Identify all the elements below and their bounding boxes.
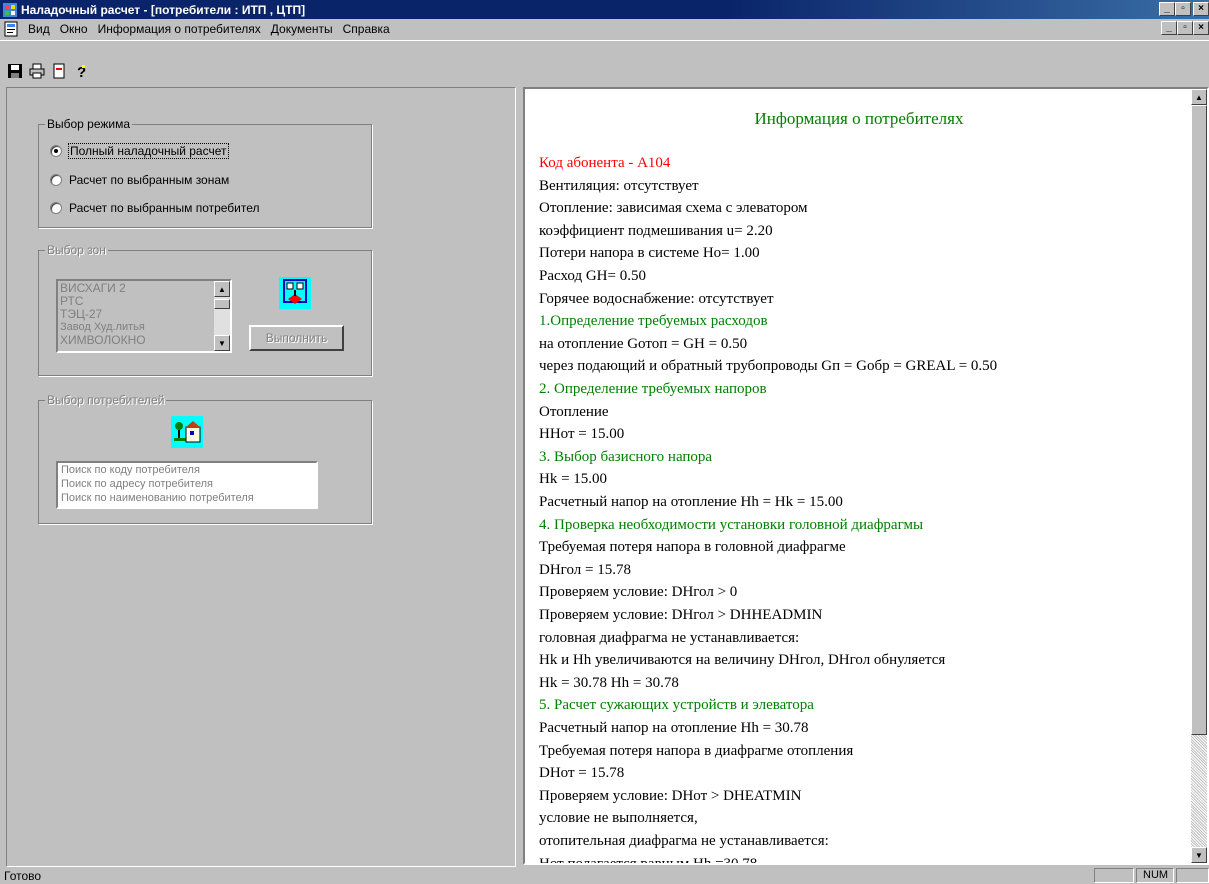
report-line: Hk = 15.00 xyxy=(539,471,608,488)
report-line: Требуемая потеря напора в диафрагме отоп… xyxy=(539,742,854,759)
left-control-panel: Выбор режима Полный наладочный расчет Ра… xyxy=(6,87,516,867)
zones-listbox[interactable]: ВИСХАГИ 2 РТС ТЭЦ-27 Завод Худ.литья ХИМ… xyxy=(56,279,232,353)
report-line: Требуемая потеря напора в головной диафр… xyxy=(539,539,846,556)
save-icon[interactable] xyxy=(6,62,24,80)
report-line: через подающий и обратный трубопроводы G… xyxy=(539,358,998,375)
report-line: 1.Определение требуемых расходов xyxy=(539,313,768,330)
zones-group: Выбор зон ВИСХАГИ 2 РТС ТЭЦ-27 Завод Худ… xyxy=(38,243,372,376)
radio-button[interactable] xyxy=(50,174,62,186)
report-line: Горячее водоснабжение: отсутствует xyxy=(539,290,774,307)
mode-group: Выбор режима Полный наладочный расчет Ра… xyxy=(38,117,372,228)
mode-group-legend: Выбор режима xyxy=(45,117,133,131)
zones-group-legend: Выбор зон xyxy=(45,243,108,257)
title-bar[interactable]: Наладочный расчет - [потребители : ИТП ,… xyxy=(0,0,1209,19)
report-line: 5. Расчет сужающих устройств и элеватора xyxy=(539,697,814,714)
report-line: Расчетный напор на отопление Hh = Hk = 1… xyxy=(539,494,843,510)
toolbar: ? xyxy=(0,40,1209,84)
report-line: Отопление: зависимая схема с элеватором xyxy=(539,200,808,217)
zones-scrollbar[interactable]: ▲ ▼ xyxy=(214,281,230,351)
report-line: условие не выполняется, xyxy=(539,810,698,827)
scroll-up-icon[interactable]: ▲ xyxy=(1191,89,1207,105)
report-line: 4. Проверка необходимости установки голо… xyxy=(539,516,924,533)
menu-consumer-info[interactable]: Информация о потребителях xyxy=(93,22,266,36)
mdi-restore-button[interactable]: ▫ xyxy=(1177,21,1193,35)
scroll-up-icon[interactable]: ▲ xyxy=(214,281,230,297)
menu-documents[interactable]: Документы xyxy=(266,22,338,36)
status-bar: Готово NUM xyxy=(0,867,1209,884)
status-panel-scrl xyxy=(1176,868,1209,883)
close-button[interactable]: × xyxy=(1193,2,1209,16)
report-line: Потери напора в системе Но= 1.00 xyxy=(539,245,760,262)
list-item[interactable]: ТЭЦ-27 xyxy=(58,308,230,321)
report-line: Проверяем условие: DHот > DHEATMIN xyxy=(539,787,802,804)
scroll-down-icon[interactable]: ▼ xyxy=(214,335,230,351)
report-line: Код абонента - А104 xyxy=(539,155,671,171)
print-icon[interactable] xyxy=(28,62,46,80)
report-line: HHот = 15.00 xyxy=(539,426,625,443)
report-pane[interactable]: Информация о потребителях Код абонента -… xyxy=(523,87,1209,865)
app-icon xyxy=(3,2,17,17)
consumers-group-legend: Выбор потребителей xyxy=(45,393,167,407)
radio-consumers-calc[interactable]: Расчет по выбранным потребител xyxy=(50,201,297,215)
report-line: Hk = 30.78 Hh = 30.78 xyxy=(539,674,679,691)
consumers-group: Выбор потребителей Поиск по коду потреби… xyxy=(38,393,372,524)
search-by-code[interactable]: Поиск по коду потребителя xyxy=(58,463,316,477)
radio-full-calc[interactable]: Полный наладочный расчет xyxy=(50,143,229,159)
status-panel-empty xyxy=(1094,868,1134,883)
radio-button[interactable] xyxy=(50,145,62,157)
report-line: коэффициент подмешивания u= 2.20 xyxy=(539,222,773,239)
maximize-button[interactable]: ▫ xyxy=(1175,2,1191,16)
status-num-indicator: NUM xyxy=(1136,868,1174,883)
window-title: Наладочный расчет - [потребители : ИТП ,… xyxy=(21,2,306,17)
scroll-thumb[interactable] xyxy=(214,299,230,309)
scroll-thumb[interactable] xyxy=(1191,105,1207,735)
report-line: 2. Определение требуемых напоров xyxy=(539,381,767,397)
report-line: Вентиляция: отсутствует xyxy=(539,177,699,194)
report-line: Нот полагается равным Hh =30.78 xyxy=(539,855,758,865)
search-options-list[interactable]: Поиск по коду потребителя Поиск по адрес… xyxy=(56,461,318,509)
report-line: Расход GН= 0.50 xyxy=(539,268,646,284)
report-title: Информация о потребителях xyxy=(754,109,964,128)
minimize-button[interactable]: _ xyxy=(1159,2,1175,16)
radio-zones-calc[interactable]: Расчет по выбранным зонам xyxy=(50,173,229,187)
consumers-icon[interactable] xyxy=(171,416,203,448)
menu-help[interactable]: Справка xyxy=(338,22,395,36)
preview-icon[interactable] xyxy=(50,62,68,80)
radio-button[interactable] xyxy=(50,202,62,214)
report-line: головная диафрагма не устанавливается: xyxy=(539,629,800,646)
report-line: DHот = 15.78 xyxy=(539,765,625,782)
menu-window[interactable]: Окно xyxy=(55,22,93,36)
mdi-close-button[interactable]: × xyxy=(1193,21,1209,35)
search-by-name[interactable]: Поиск по наименованию потребителя xyxy=(58,491,316,505)
help-icon[interactable]: ? xyxy=(72,62,90,80)
list-item[interactable]: ХИМВОЛОКНО xyxy=(58,334,230,347)
report-line: на отопление Gотоп = GH = 0.50 xyxy=(539,335,748,352)
list-item[interactable]: ВИСХАГИ 2 xyxy=(58,282,230,295)
report-line: Проверяем условие: DHгол > 0 xyxy=(539,584,738,601)
report-line: DHгол = 15.78 xyxy=(539,561,631,578)
search-by-address[interactable]: Поиск по адресу потребителя xyxy=(58,477,316,491)
report-line: Отопление xyxy=(539,403,609,420)
report-line: отопительная диафрагма не устанавливаетс… xyxy=(539,833,829,849)
mdi-minimize-button[interactable]: _ xyxy=(1161,21,1177,35)
report-line: Расчетный напор на отопление Hh = 30.78 xyxy=(539,720,809,736)
menu-bar: Вид Окно Информация о потребителях Докум… xyxy=(0,19,1209,38)
report-line: Hk и Hh увеличиваются на величину DHгол,… xyxy=(539,652,946,669)
scroll-down-icon[interactable]: ▼ xyxy=(1191,847,1207,863)
status-text: Готово xyxy=(4,869,42,883)
menu-view[interactable]: Вид xyxy=(23,22,55,36)
zones-map-icon[interactable] xyxy=(279,277,311,309)
document-icon[interactable] xyxy=(3,21,19,37)
report-scrollbar[interactable]: ▲ ▼ xyxy=(1191,89,1207,863)
execute-button[interactable]: Выполнить xyxy=(249,325,344,351)
report-line: 3. Выбор базисного напора xyxy=(539,448,713,465)
report-line: Проверяем условие: DHгол > DHHEADMIN xyxy=(539,607,823,623)
